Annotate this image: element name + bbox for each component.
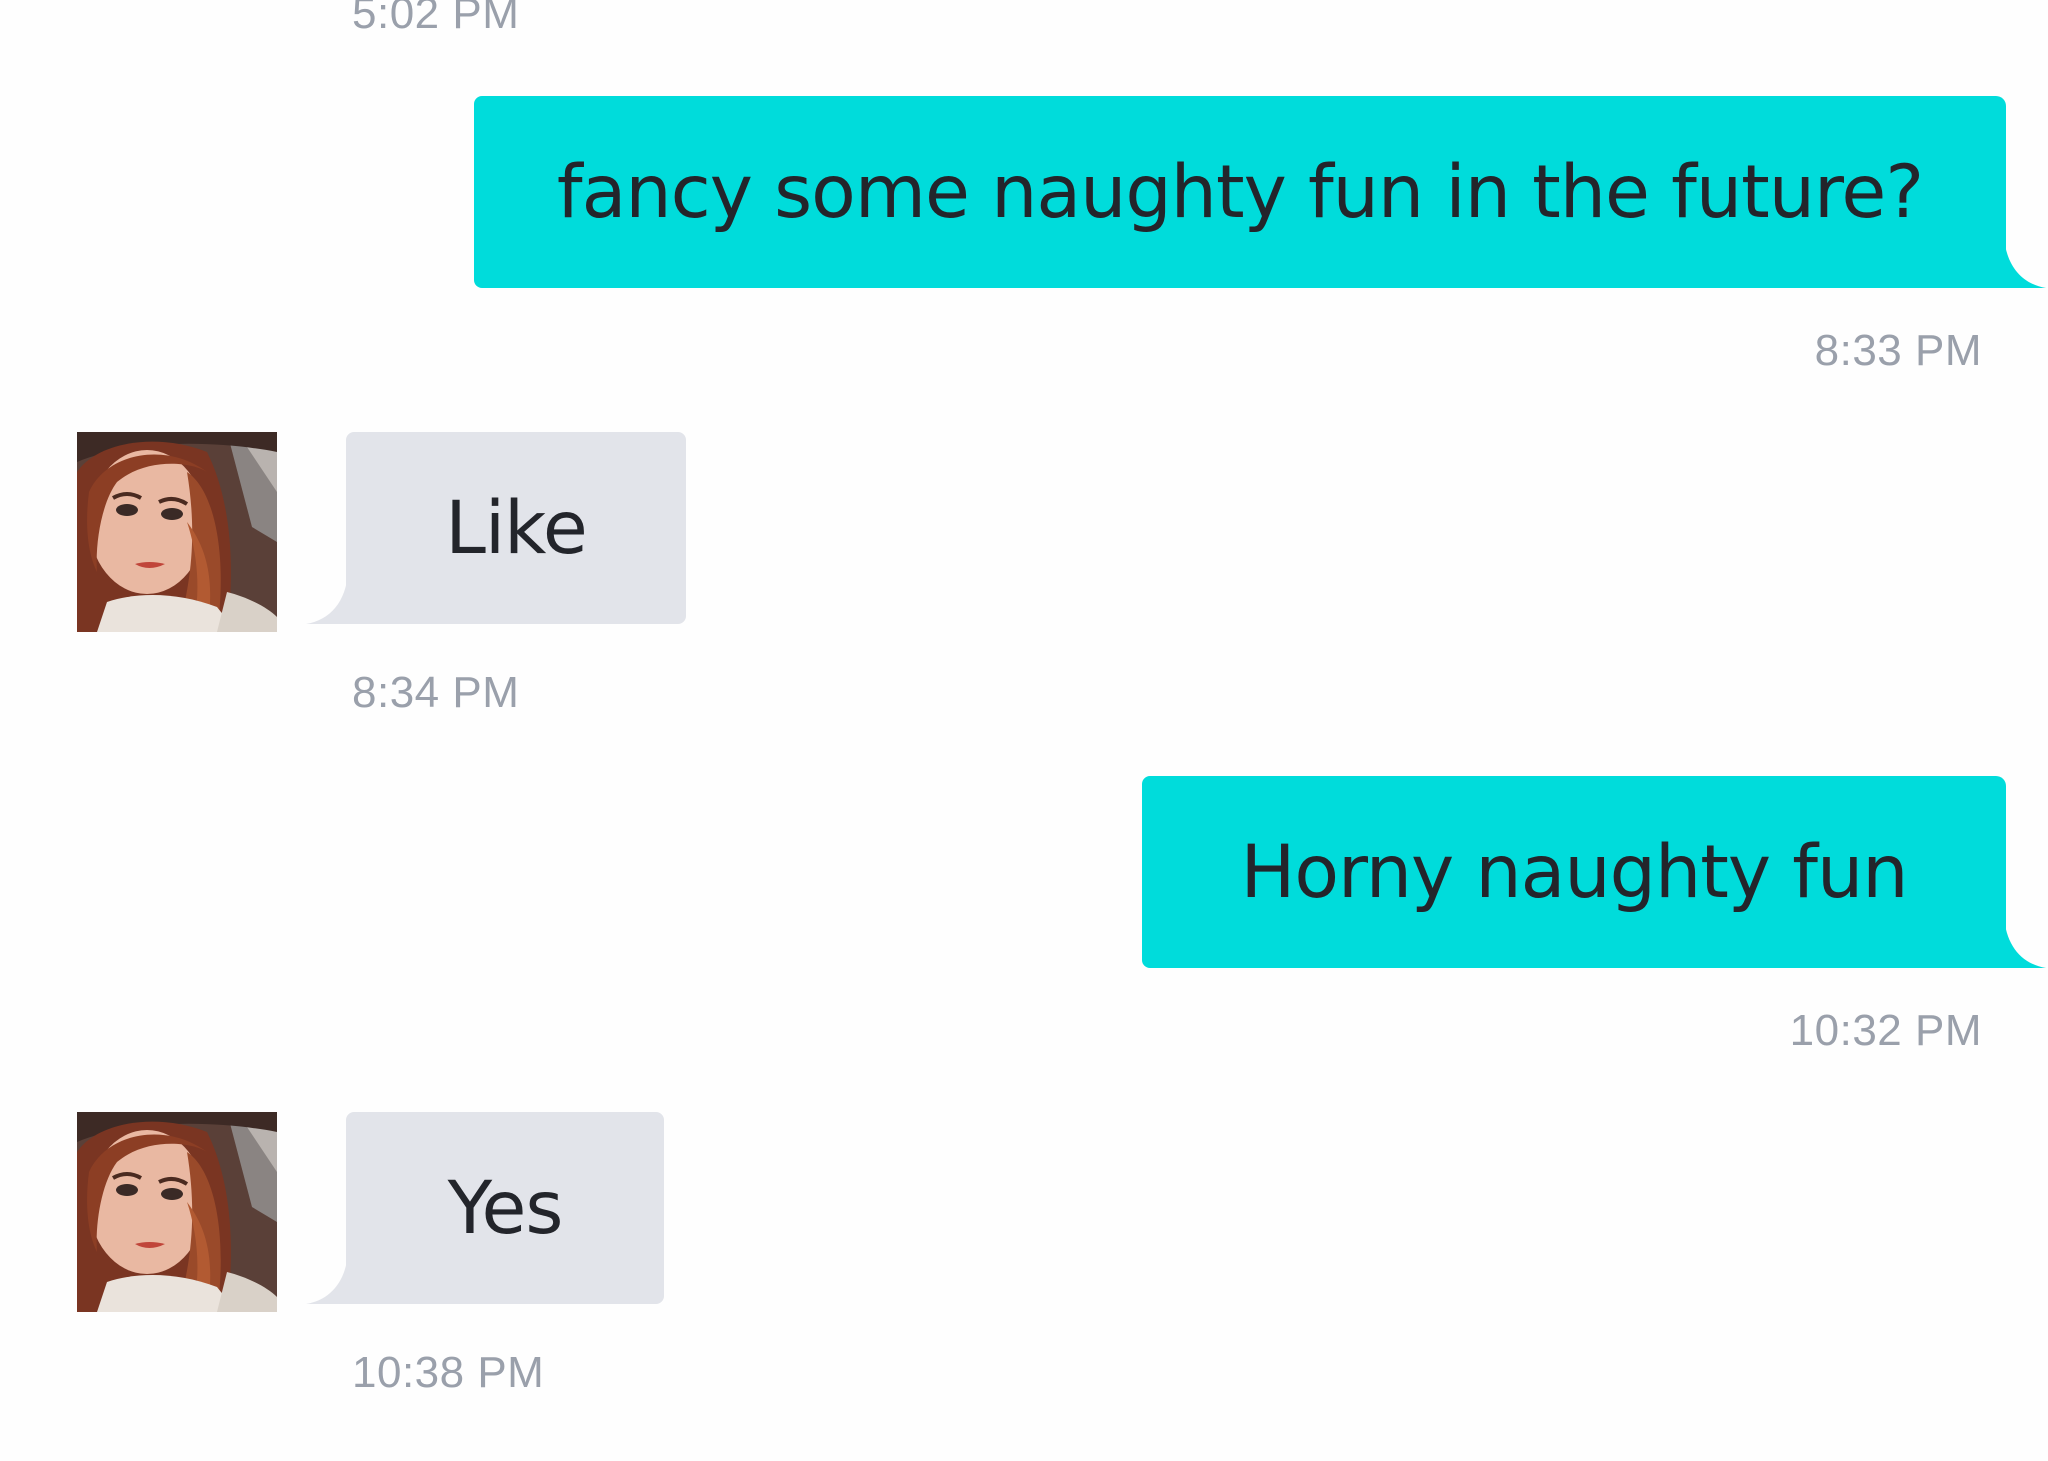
bubble-tail-icon xyxy=(306,572,348,624)
sent-message-bubble[interactable]: Horny naughty fun xyxy=(1142,776,2046,968)
message-text: fancy some naughty fun in the future? xyxy=(556,149,1924,235)
contact-avatar[interactable] xyxy=(77,432,277,632)
bubble-tail-icon xyxy=(2004,916,2046,968)
message-text: Like xyxy=(445,485,588,571)
contact-avatar[interactable] xyxy=(77,1112,277,1312)
bubble-tail-icon xyxy=(306,1252,348,1304)
bubble-tail-icon xyxy=(2004,236,2046,288)
received-message-bubble[interactable]: Like xyxy=(306,432,686,624)
message-text: Horny naughty fun xyxy=(1240,829,1908,915)
timestamp-8-34: 8:34 PM xyxy=(352,668,520,717)
profile-photo-icon xyxy=(77,1112,277,1312)
profile-photo-icon xyxy=(77,432,277,632)
sent-message-bubble[interactable]: fancy some naughty fun in the future? xyxy=(474,96,2046,288)
timestamp-10-32: 10:32 PM xyxy=(1789,1006,1982,1055)
received-message-bubble[interactable]: Yes xyxy=(306,1112,664,1304)
timestamp-8-33: 8:33 PM xyxy=(1814,326,1982,375)
message-text: Yes xyxy=(447,1165,564,1251)
timestamp-5-02: 5:02 PM xyxy=(352,0,520,38)
timestamp-10-38: 10:38 PM xyxy=(352,1348,545,1397)
